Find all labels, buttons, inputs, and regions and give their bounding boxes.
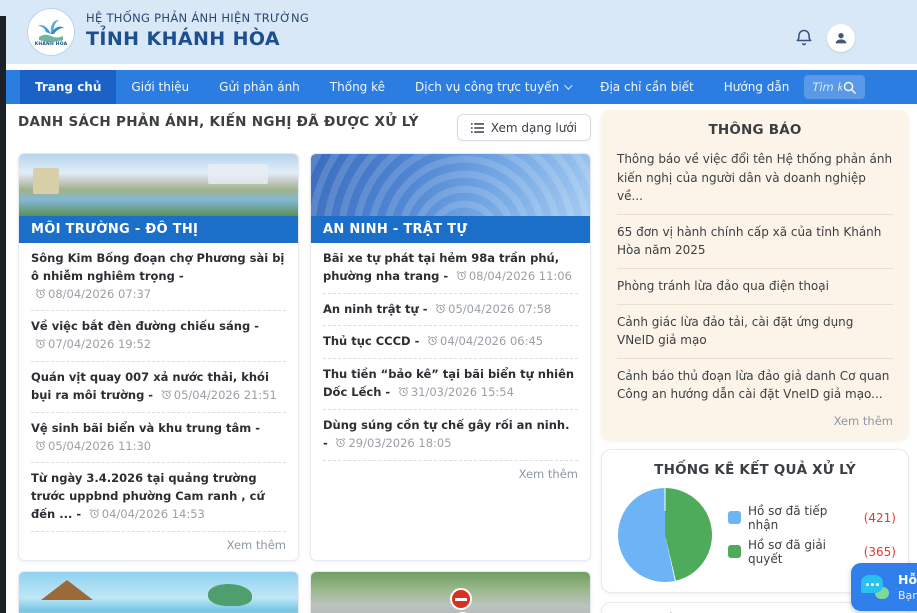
- search-box: [804, 75, 865, 99]
- user-avatar[interactable]: [827, 24, 855, 52]
- clock-icon: [427, 335, 438, 346]
- report-item[interactable]: Dùng súng cồn tự chế gây rối an ninh. - …: [323, 410, 578, 461]
- legend-item: Hồ sơ đã tiếp nhận (421): [728, 504, 896, 532]
- notification-item[interactable]: Phòng tránh lừa đảo qua điện thoại: [617, 269, 893, 305]
- report-item[interactable]: Thu tiền “bảo kê” tại bãi biển tự nhiên …: [323, 359, 578, 410]
- clock-icon: [456, 270, 467, 281]
- notifications-title: THÔNG BÁO: [617, 122, 893, 138]
- report-item[interactable]: Từ ngày 3.4.2026 tại quảng trường trước …: [31, 463, 286, 531]
- grid-view-button[interactable]: Xem dạng lưới: [457, 114, 591, 141]
- results-pie-chart: [618, 488, 712, 582]
- notification-item[interactable]: Thông báo về việc đổi tên Hệ thống phản …: [617, 142, 893, 215]
- see-more-link[interactable]: Xem thêm: [31, 532, 286, 560]
- nav-item[interactable]: Thống kê: [315, 70, 400, 104]
- clock-icon: [35, 288, 46, 299]
- system-title: HỆ THỐNG PHẢN ÁNH HIỆN TRƯỜNG: [86, 11, 309, 25]
- nav-item[interactable]: Gửi phản ánh: [204, 70, 315, 104]
- nav-item[interactable]: Địa chỉ cần biết: [585, 70, 709, 104]
- category-image-beach: [19, 572, 298, 613]
- nav-item[interactable]: Dịch vụ công trực tuyến: [400, 70, 585, 104]
- legend-swatch: [728, 545, 741, 558]
- clock-icon: [35, 338, 46, 349]
- section-title: DANH SÁCH PHẢN ÁNH, KIẾN NGHỊ ĐÃ ĐƯỢC XỬ…: [18, 114, 419, 130]
- clock-icon: [435, 303, 446, 314]
- see-more-link[interactable]: Xem thêm: [323, 461, 578, 489]
- category-header[interactable]: AN NINH - TRẬT TỰ: [311, 216, 590, 243]
- legend-swatch: [728, 511, 741, 524]
- report-item[interactable]: Thủ tục CCCD - 04/04/2026 06:45: [323, 326, 578, 359]
- results-stats-title: THỐNG KÊ KẾT QUẢ XỬ LÝ: [614, 462, 896, 478]
- category-card-giao-thong: GIAO THÔNG VẬN TẢI Phản ánh chậm xử lý h…: [310, 571, 591, 613]
- category-card-du-lich: DU LỊCH Hang Heo , đèo Lương Sơn - 29/12…: [18, 571, 299, 613]
- notification-bell-icon[interactable]: [791, 25, 817, 51]
- notifications-panel: THÔNG BÁO Thông báo về việc đổi tên Hệ t…: [601, 110, 909, 440]
- report-item[interactable]: Về việc bắt đèn đường chiếu sáng - 07/04…: [31, 311, 286, 362]
- app-header: KHÁNH HÒA HỆ THỐNG PHẢN ÁNH HIỆN TRƯỜNG …: [0, 0, 917, 64]
- category-image-cityscape: [19, 154, 298, 216]
- khanh-hoa-logo[interactable]: KHÁNH HÒA: [27, 8, 75, 56]
- search-icon[interactable]: [842, 80, 857, 95]
- screen-edge: [0, 16, 6, 613]
- notification-item[interactable]: 65 đơn vị hành chính cấp xã của tỉnh Khá…: [617, 215, 893, 269]
- report-item[interactable]: Vệ sinh bãi biển và khu trung tâm - 05/0…: [31, 413, 286, 464]
- clock-icon: [335, 437, 346, 448]
- main-navigation: Trang chủ Giới thiệu Gửi phản ánh Thống …: [0, 70, 917, 104]
- notification-item[interactable]: Cảnh báo thủ đoạn lừa đảo giả danh Cơ qu…: [617, 359, 893, 412]
- support-chat-widget[interactable]: Hỗ Bạn: [851, 563, 917, 611]
- province-title: TỈNH KHÁNH HÒA: [86, 28, 309, 50]
- person-icon: [833, 30, 849, 46]
- nav-item[interactable]: Hướng dẫn: [709, 70, 805, 104]
- notification-item[interactable]: Cảnh giác lừa đảo tải, cài đặt ứng dụng …: [617, 305, 893, 359]
- clock-icon: [35, 440, 46, 451]
- chat-bubbles-icon: [861, 575, 889, 599]
- search-input[interactable]: [812, 80, 842, 94]
- clock-icon: [398, 386, 409, 397]
- report-item[interactable]: Quán vịt quay 007 xả nước thải, khói bụi…: [31, 362, 286, 413]
- nav-item[interactable]: Giới thiệu: [116, 70, 204, 104]
- category-card-an-ninh: AN NINH - TRẬT TỰ Bãi xe tự phát tại hẻm…: [310, 153, 591, 561]
- category-header[interactable]: MÔI TRƯỜNG - ĐÔ THỊ: [19, 216, 298, 243]
- report-item[interactable]: Sông Kim Bống đoạn chợ Phương sài bị ô n…: [31, 243, 286, 311]
- list-view-icon: [471, 122, 484, 134]
- logo-text: KHÁNH HÒA: [35, 42, 68, 47]
- report-item[interactable]: An ninh trật tự - 05/04/2026 07:58: [323, 294, 578, 327]
- nav-item[interactable]: Trang chủ: [20, 70, 116, 104]
- clock-icon: [161, 389, 172, 400]
- report-item[interactable]: Bãi xe tự phát tại hẻm 98a trần phú, phư…: [323, 243, 578, 294]
- category-card-moi-truong: MÔI TRƯỜNG - ĐÔ THỊ Sông Kim Bống đoạn c…: [18, 153, 299, 561]
- see-more-link[interactable]: Xem thêm: [617, 412, 893, 434]
- legend-item: Hồ sơ đã giải quyết (365): [728, 538, 896, 566]
- clock-icon: [89, 508, 100, 519]
- category-image-security: [311, 154, 590, 216]
- category-image-traffic: [311, 572, 590, 613]
- chevron-down-icon: [564, 81, 572, 89]
